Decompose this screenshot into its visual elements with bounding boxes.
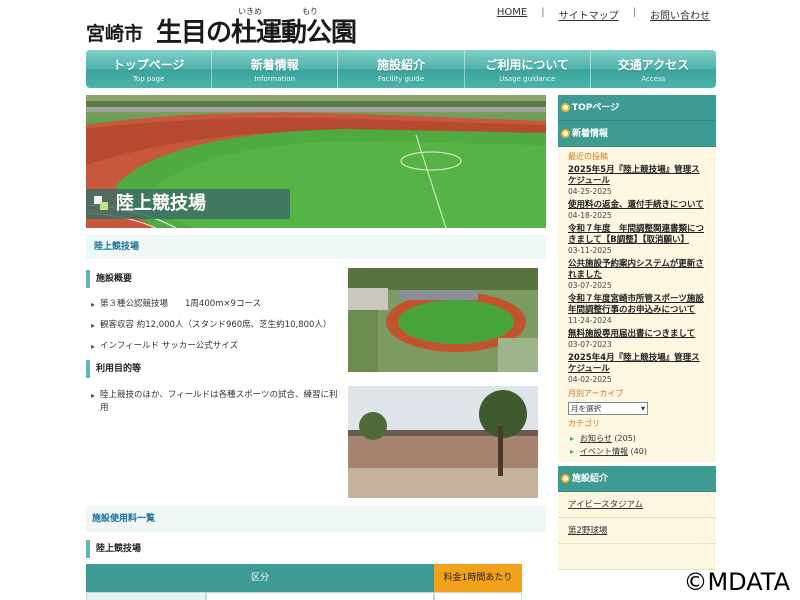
hero-stadium-image: 陸上競技場 [86,95,546,228]
post-date: 04-25-2025 [568,187,612,196]
post-item: 公共施設予約案内システムが更新されました 03-07-2025 [568,259,708,291]
post-link[interactable]: 令和７年度宮崎市所管スポーツ施設年間調整行事のお申込みについて [568,294,708,316]
ruby-mori: もり [302,7,318,16]
post-link[interactable]: 無料施設専用届出書につきまして [568,329,708,340]
post-item: 使用料の返金、還付手続きについて 04-18-2025 [568,200,708,221]
category-link[interactable]: イベント情報 [580,447,628,456]
nav-label: 交通アクセス [617,58,690,72]
post-link[interactable]: 令和７年度 年間調整関連書類につきまして【B調整】【取消願い】 [568,224,708,246]
list-item: 観客収容 約12,000人（スタンド960席、芝生約10,800人） [91,319,342,332]
nav-label: トップページ [112,58,185,72]
category-item: お知らせ (205) [568,432,708,445]
nav-sublabel: Facility guide [377,75,425,83]
nav-label: 新着情報 [250,58,299,72]
sidebar-facility-header: 施設紹介 [558,466,716,492]
page-title-bar: 陸上競技場 [86,235,546,259]
nav-facility[interactable]: 施設紹介 Facility guide [338,50,465,88]
site-logo[interactable]: 宮崎市 生目の杜運動公園 いきめ もり [86,6,357,48]
usage-fee-list-bar: 施設使用料一覧 [86,506,546,532]
usage-fee-title: 施設使用料一覧 [92,514,156,524]
post-link[interactable]: 使用料の返金、還付手続きについて [568,200,708,211]
city-name: 宮崎市 [86,23,144,45]
circle-bullet-icon [561,474,570,483]
sidebar-news-label: 新着情報 [572,129,609,139]
global-nav: トップページ Top page 新着情報 Information 施設紹介 Fa… [86,50,716,88]
contact-link[interactable]: お問い合わせ [650,7,710,22]
post-date: 04-02-2025 [568,375,612,384]
park-name: 生目の杜運動公園 [156,18,357,48]
nav-sublabel: Top page [132,75,165,83]
archive-label: 月別アーカイブ [568,389,624,398]
ruby-ikime: いきめ [238,7,262,16]
link-separator: | [632,7,636,18]
hero-facility-label: 陸上競技場 [86,189,290,219]
post-item: 無料施設専用届出書につきまして 03-07-2023 [568,329,708,350]
archive-month-select[interactable]: 月を選択 [568,402,648,415]
post-link[interactable]: 公共施設予約案内システムが更新されました [568,259,708,281]
post-item: 2025年4月『陸上競技場』管理スケジュール 04-02-2025 [568,353,708,385]
post-date: 11-24-2024 [568,316,612,325]
nav-information[interactable]: 新着情報 Information [212,50,339,88]
facility-link[interactable]: アイビースタジアム [558,492,716,518]
post-date: 03-07-2023 [568,340,612,349]
sidebar-top-label: TOPページ [572,103,620,113]
list-item: インフィールド サッカー公式サイズ [91,340,342,353]
category-count: (205) [614,434,636,443]
post-item: 令和７年度 年間調整関連書類につきまして【B調整】【取消願い】 03-11-20… [568,224,708,256]
nav-access[interactable]: 交通アクセス Access [591,50,716,88]
sidebar-facility-label: 施設紹介 [572,474,609,484]
circle-bullet-icon [561,129,570,138]
grandstand-photo [348,386,538,498]
column-category: 区分 [86,564,434,592]
list-item: 陸上競技のほか、フィールドは各種スポーツの試合、練習に利用 [91,389,342,415]
post-item: 令和７年度宮崎市所管スポーツ施設年間調整行事のお申込みについて 11-24-20… [568,294,708,326]
copyright-watermark: ©MDATA [683,568,790,596]
circle-bullet-icon [561,103,570,112]
utility-links: HOME | サイトマップ | お問い合わせ [497,7,710,22]
overview-heading: 施設概要 [86,270,336,288]
sitemap-link[interactable]: サイトマップ [559,7,619,22]
hero-label-text: 陸上競技場 [116,193,206,214]
purpose-heading: 利用目的等 [86,360,336,378]
sidebar-top-link[interactable]: TOPページ [558,95,716,121]
square-icon [94,196,108,210]
post-link[interactable]: 2025年5月『陸上競技場』管理スケジュール [568,165,708,187]
recent-posts-label: 最近の投稿 [568,152,608,161]
nav-top[interactable]: トップページ Top page [86,50,213,88]
link-separator: | [541,7,545,18]
post-link[interactable]: 2025年4月『陸上競技場』管理スケジュール [568,353,708,375]
aerial-stadium-photo [348,268,538,372]
post-date: 03-07-2025 [568,281,612,290]
sidebar: TOPページ 新着情報 最近の投稿 2025年5月『陸上競技場』管理スケジュール… [558,95,716,570]
nav-sublabel: Information [254,75,296,83]
post-date: 04-18-2025 [568,211,612,220]
nav-usage[interactable]: ご利用について Usage guidance [465,50,591,88]
page-title: 陸上競技場 [94,242,140,252]
category-link[interactable]: お知らせ [580,434,612,443]
post-date: 03-11-2025 [568,246,612,255]
page: 宮崎市 生目の杜運動公園 いきめ もり HOME | サイトマップ | お問い合… [0,0,800,600]
facility-link[interactable] [558,544,716,570]
news-panel: 最近の投稿 2025年5月『陸上競技場』管理スケジュール 04-25-2025 … [558,147,716,462]
nav-label: 施設紹介 [377,58,426,72]
column-fee: 料金1時間あたり [434,564,522,592]
category-item: イベント情報 (40) [568,445,708,458]
nav-label: ご利用について [485,58,570,72]
category-count: (40) [630,447,647,456]
nav-sublabel: Usage guidance [499,75,556,83]
post-item: 2025年5月『陸上競技場』管理スケジュール 04-25-2025 [568,165,708,197]
fee-table-header: 区分 料金1時間あたり [86,564,522,592]
category-label: カテゴリ [568,419,600,428]
usage-heading: 陸上競技場 [86,540,336,558]
list-item: 第３種公認競技場 1周400m×9コース [91,298,342,311]
nav-sublabel: Access [641,75,666,83]
facility-link[interactable]: 第2野球場 [558,518,716,544]
home-link[interactable]: HOME [497,7,527,22]
sidebar-news-header: 新着情報 [558,121,716,147]
table-row [86,592,522,600]
